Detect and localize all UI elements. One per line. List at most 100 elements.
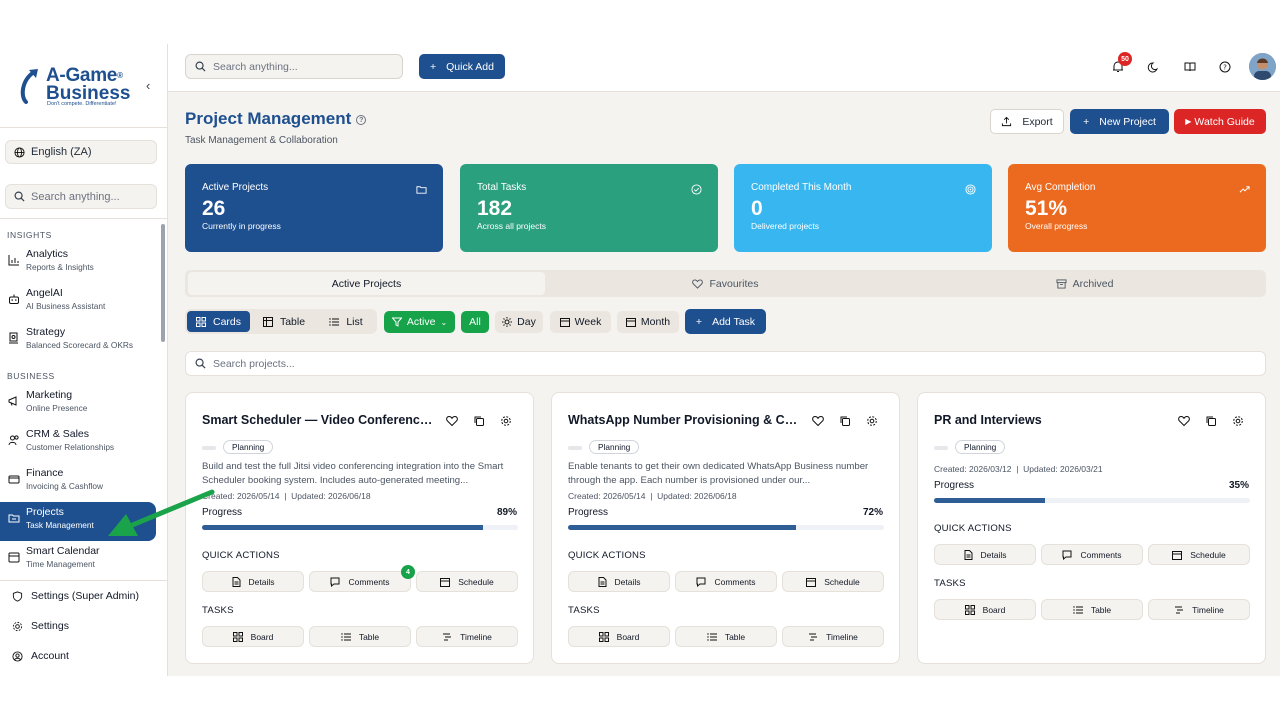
help-icon[interactable]: ? bbox=[356, 114, 367, 125]
heart-icon[interactable] bbox=[812, 415, 824, 427]
tab-archived[interactable]: Archived bbox=[906, 272, 1263, 295]
range-label: Day bbox=[517, 316, 536, 328]
view-cards-button[interactable]: Cards bbox=[187, 311, 250, 332]
sidebar-item-crm-sales[interactable]: CRM & Sales Customer Relationships bbox=[0, 424, 156, 463]
gear-icon[interactable] bbox=[500, 415, 512, 427]
comments-button[interactable]: Comments bbox=[675, 571, 777, 592]
view-table-button[interactable]: Table bbox=[254, 311, 314, 332]
book-icon[interactable] bbox=[1183, 60, 1197, 74]
schedule-button[interactable]: Schedule bbox=[782, 571, 884, 592]
details-button[interactable]: Details bbox=[568, 571, 670, 592]
comments-button[interactable]: Comments bbox=[309, 571, 411, 592]
board-button[interactable]: Board bbox=[202, 626, 304, 647]
gear-icon[interactable] bbox=[866, 415, 878, 427]
project-tabs: Active Projects Favourites Archived bbox=[185, 270, 1266, 297]
page-subtitle: Task Management & Collaboration bbox=[185, 135, 338, 146]
comment-icon bbox=[1062, 550, 1072, 560]
range-day-button[interactable]: Day bbox=[495, 311, 543, 333]
comments-button[interactable]: Comments bbox=[1041, 544, 1143, 565]
stat-desc: Across all projects bbox=[477, 221, 546, 231]
range-week-button[interactable]: Week bbox=[550, 311, 611, 333]
copy-icon[interactable] bbox=[839, 415, 851, 427]
table-button[interactable]: Table bbox=[309, 626, 411, 647]
table-label: Table bbox=[358, 631, 380, 642]
range-label: Month bbox=[640, 316, 671, 328]
new-project-button[interactable]: + New Project bbox=[1070, 109, 1169, 134]
svg-text:?: ? bbox=[1223, 64, 1227, 72]
gear-icon[interactable] bbox=[1232, 415, 1244, 427]
heart-icon bbox=[692, 278, 704, 289]
section-business: BUSINESS bbox=[7, 371, 55, 381]
sidebar-item-label: Account bbox=[31, 650, 69, 662]
details-label: Details bbox=[248, 576, 275, 587]
sidebar-item-settings[interactable]: Settings bbox=[0, 611, 168, 641]
view-label: Table bbox=[279, 315, 306, 328]
quick-add-label: Quick Add bbox=[446, 60, 494, 73]
heart-icon[interactable] bbox=[1178, 415, 1190, 427]
details-button[interactable]: Details bbox=[934, 544, 1036, 565]
timeline-button[interactable]: Timeline bbox=[1148, 599, 1250, 620]
range-month-button[interactable]: Month bbox=[617, 311, 679, 333]
project-card[interactable]: Smart Scheduler — Video Conferencing Pla… bbox=[185, 392, 534, 664]
robot-icon bbox=[9, 294, 19, 304]
project-description: Build and test the full Jitsi video conf… bbox=[202, 461, 504, 486]
collapse-sidebar-icon[interactable]: ‹ bbox=[146, 78, 150, 93]
schedule-button[interactable]: Schedule bbox=[416, 571, 518, 592]
project-card[interactable]: PR and Interviews Planning Created: 2026… bbox=[917, 392, 1266, 664]
comments-label: Comments bbox=[348, 576, 390, 587]
tasks-heading: TASKS bbox=[202, 605, 234, 616]
grid-icon bbox=[195, 316, 206, 327]
project-card[interactable]: WhatsApp Number Provisioning & Credentia… bbox=[551, 392, 900, 664]
copy-icon[interactable] bbox=[473, 415, 485, 427]
sidebar-item-account[interactable]: Account bbox=[0, 641, 168, 671]
brand-logo[interactable]: A-Game® Business Don't compete. Differen… bbox=[0, 44, 167, 128]
calendar-icon bbox=[1172, 550, 1183, 560]
sidebar-scrollbar[interactable] bbox=[161, 224, 165, 342]
add-task-button[interactable]: + Add Task bbox=[685, 309, 766, 334]
global-search-input[interactable]: Search anything... bbox=[185, 54, 403, 79]
sidebar-item-strategy[interactable]: Strategy Balanced Scorecard & OKRs bbox=[0, 322, 156, 361]
quick-add-button[interactable]: + Quick Add bbox=[419, 54, 505, 79]
board-button[interactable]: Board bbox=[568, 626, 670, 647]
folder-icon bbox=[8, 514, 20, 523]
view-list-button[interactable]: List bbox=[318, 311, 374, 332]
new-project-label: New Project bbox=[1099, 115, 1156, 128]
check-circle-icon bbox=[691, 184, 702, 195]
project-search-input[interactable]: Search projects... bbox=[185, 351, 1266, 376]
sidebar-item-label: Analytics bbox=[26, 248, 69, 260]
timeline-button[interactable]: Timeline bbox=[416, 626, 518, 647]
board-button[interactable]: Board bbox=[934, 599, 1036, 620]
watch-guide-button[interactable]: ▶ Watch Guide bbox=[1174, 109, 1266, 134]
language-selector[interactable]: English (ZA) bbox=[5, 140, 157, 164]
sidebar-item-angelai[interactable]: AngelAI AI Business Assistant bbox=[0, 283, 156, 322]
folder-icon bbox=[416, 186, 427, 194]
users-icon bbox=[8, 435, 19, 446]
sidebar-item-label: Settings (Super Admin) bbox=[31, 590, 139, 602]
heart-icon[interactable] bbox=[446, 415, 458, 427]
table-button[interactable]: Table bbox=[1041, 599, 1143, 620]
language-label: English (ZA) bbox=[31, 146, 92, 158]
details-label: Details bbox=[980, 549, 1007, 560]
moon-icon[interactable] bbox=[1147, 60, 1161, 74]
copy-icon[interactable] bbox=[1205, 415, 1217, 427]
timeline-label: Timeline bbox=[826, 631, 858, 642]
project-title: PR and Interviews bbox=[934, 413, 1042, 427]
tab-favourites[interactable]: Favourites bbox=[547, 272, 904, 295]
stat-label: Avg Completion bbox=[1025, 182, 1096, 193]
app-window: A-Game® Business Don't compete. Differen… bbox=[0, 44, 1280, 676]
export-button[interactable]: Export bbox=[990, 109, 1064, 134]
user-avatar[interactable] bbox=[1249, 53, 1276, 80]
sidebar-item-marketing[interactable]: Marketing Online Presence bbox=[0, 385, 156, 424]
sidebar-item-analytics[interactable]: Analytics Reports & Insights bbox=[0, 244, 156, 283]
project-title: WhatsApp Number Provisioning & Credentia… bbox=[568, 413, 800, 427]
table-button[interactable]: Table bbox=[675, 626, 777, 647]
status-filter-dropdown[interactable]: Active ⌄ bbox=[384, 311, 455, 333]
tab-active-projects[interactable]: Active Projects bbox=[188, 272, 545, 295]
chevron-down-icon: ⌄ bbox=[440, 317, 448, 327]
stage-badge: Planning bbox=[589, 440, 640, 454]
schedule-button[interactable]: Schedule bbox=[1148, 544, 1250, 565]
timeline-button[interactable]: Timeline bbox=[782, 626, 884, 647]
range-all-button[interactable]: All bbox=[461, 311, 489, 333]
help-icon[interactable]: ? bbox=[1218, 60, 1232, 74]
sidebar-search-input[interactable]: Search anything... bbox=[5, 184, 157, 209]
